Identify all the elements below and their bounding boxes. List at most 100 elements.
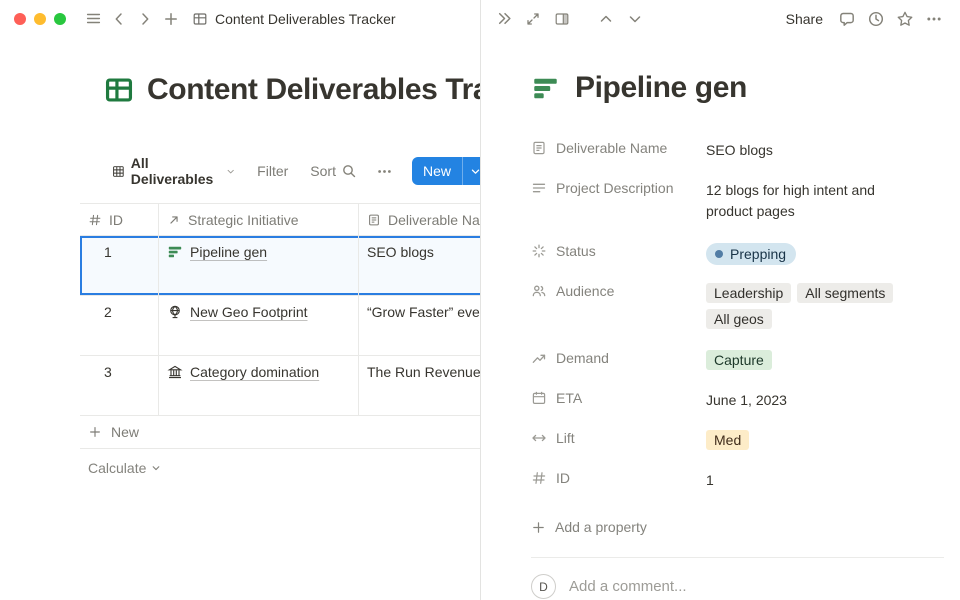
table-row[interactable]: 1 Pipeline gen SEO blogs (80, 236, 481, 296)
property-value[interactable]: Prepping (706, 238, 918, 265)
new-page-button[interactable] (158, 6, 184, 32)
table-new-row-button[interactable]: New (80, 416, 481, 449)
property-value[interactable]: SEO blogs (706, 135, 918, 161)
view-options-button[interactable] (372, 158, 398, 184)
back-button[interactable] (106, 6, 132, 32)
property-value[interactable]: Leadership All segments All geos (706, 278, 918, 329)
side-peek-icon (554, 11, 570, 27)
calculate-button[interactable]: Calculate (88, 460, 161, 476)
breadcrumb-title: Content Deliverables Tracker (215, 11, 396, 27)
calculate-label: Calculate (88, 460, 146, 476)
cell-id[interactable]: 2 (80, 296, 158, 355)
favorite-button[interactable] (892, 6, 918, 32)
filter-button[interactable]: Filter (257, 163, 288, 179)
new-record-button[interactable]: New (412, 157, 481, 185)
trend-chart-icon (531, 350, 547, 366)
property-value[interactable]: Med (706, 425, 918, 451)
property-value[interactable]: June 1, 2023 (706, 385, 918, 411)
property-label[interactable]: Audience (531, 278, 706, 299)
notion-window: Content Deliverables Tracker Content Del… (0, 0, 960, 600)
forward-button[interactable] (132, 6, 158, 32)
add-comment-input[interactable]: Add a comment... (569, 578, 687, 595)
page-emoji-table-icon[interactable] (104, 75, 134, 105)
side-peek-toggle-button[interactable] (549, 6, 575, 32)
share-button[interactable]: Share (778, 8, 831, 30)
new-record-dropdown[interactable] (462, 157, 481, 185)
property-label[interactable]: ETA (531, 385, 706, 406)
cell-initiative[interactable]: Category domination (158, 356, 358, 415)
view-selector[interactable]: All Deliverables (112, 155, 235, 187)
page-title[interactable]: Content Deliverables Tracker (147, 73, 481, 107)
page-link-category-domination[interactable]: Category domination (167, 364, 319, 380)
next-record-button[interactable] (622, 6, 648, 32)
property-label[interactable]: Deliverable Name (531, 135, 706, 156)
property-label[interactable]: Demand (531, 345, 706, 366)
property-label[interactable]: Project Description (531, 175, 706, 196)
close-peek-button[interactable] (491, 6, 517, 32)
property-name: ETA (556, 390, 582, 406)
property-value[interactable]: 12 blogs for high intent and product pag… (706, 175, 918, 222)
property-value[interactable]: 1 (706, 465, 918, 491)
table-row[interactable]: 3 Category domination The Run Revenue S (80, 356, 481, 416)
cell-deliverable[interactable]: The Run Revenue S (358, 356, 481, 415)
panel-topbar: Share (481, 0, 960, 37)
status-pill-prepping[interactable]: Prepping (706, 243, 796, 265)
main-pane: Content Deliverables Tracker Content Del… (0, 0, 481, 600)
search-icon (341, 163, 357, 179)
title-doc-icon (367, 213, 381, 227)
minimize-window-button[interactable] (34, 13, 46, 25)
close-window-button[interactable] (14, 13, 26, 25)
search-view-button[interactable] (336, 158, 362, 184)
arrow-up-right-icon (167, 213, 181, 227)
record-page: Pipeline gen Deliverable Name SEO blogs (481, 37, 960, 600)
cell-deliverable[interactable]: “Grow Faster” eve (358, 296, 481, 355)
property-value[interactable]: Capture (706, 345, 918, 371)
table-row[interactable]: 2 New Geo Footprint “Grow Faster” eve (80, 296, 481, 356)
view-toolbar: All Deliverables Filter Sort New (112, 155, 481, 187)
sort-button[interactable]: Sort (310, 163, 336, 179)
double-chevron-right-icon (496, 10, 513, 27)
cell-id[interactable]: 3 (80, 356, 158, 415)
database-table: ID Strategic Initiative Deliverable Name… (80, 203, 481, 416)
record-emoji-green-bars-icon[interactable] (531, 74, 560, 103)
column-label: Deliverable Name (388, 212, 481, 228)
add-property-label: Add a property (555, 519, 647, 535)
comments-button[interactable] (834, 6, 860, 32)
updates-history-button[interactable] (863, 6, 889, 32)
open-full-page-button[interactable] (520, 6, 546, 32)
cell-id[interactable]: 1 (80, 236, 158, 295)
column-header-deliverable[interactable]: Deliverable Name (358, 204, 481, 235)
tag-all-segments[interactable]: All segments (797, 283, 893, 303)
property-row-eta: ETA June 1, 2023 (531, 385, 944, 419)
zoom-window-button[interactable] (54, 13, 66, 25)
cell-deliverable[interactable]: SEO blogs (358, 236, 481, 295)
page-link-new-geo-footprint[interactable]: New Geo Footprint (167, 304, 308, 320)
people-icon (531, 283, 547, 299)
property-row-audience: Audience Leadership All segments All geo… (531, 278, 944, 329)
column-label: ID (109, 212, 123, 228)
page-link-pipeline-gen[interactable]: Pipeline gen (167, 244, 267, 260)
cell-initiative[interactable]: New Geo Footprint (158, 296, 358, 355)
tag-leadership[interactable]: Leadership (706, 283, 791, 303)
column-header-initiative[interactable]: Strategic Initiative (158, 204, 358, 235)
cell-initiative[interactable]: Pipeline gen (158, 236, 358, 295)
property-label[interactable]: ID (531, 465, 706, 486)
new-record-label: New (412, 157, 462, 185)
sidebar-menu-button[interactable] (80, 6, 106, 32)
property-label[interactable]: Status (531, 238, 706, 259)
chevron-left-icon (111, 11, 127, 27)
page-link-label: Pipeline gen (190, 244, 267, 260)
record-title[interactable]: Pipeline gen (575, 71, 747, 105)
property-label[interactable]: Lift (531, 425, 706, 446)
table-view-icon (112, 164, 125, 179)
window-titlebar: Content Deliverables Tracker (0, 0, 480, 37)
page-options-button[interactable] (921, 6, 947, 32)
breadcrumb[interactable]: Content Deliverables Tracker (192, 11, 396, 27)
previous-record-button[interactable] (593, 6, 619, 32)
add-property-button[interactable]: Add a property (531, 505, 944, 541)
select-pill-med[interactable]: Med (706, 430, 749, 450)
tag-all-geos[interactable]: All geos (706, 309, 772, 329)
plus-icon (163, 11, 179, 27)
column-header-id[interactable]: ID (80, 204, 158, 235)
select-pill-capture[interactable]: Capture (706, 350, 772, 370)
